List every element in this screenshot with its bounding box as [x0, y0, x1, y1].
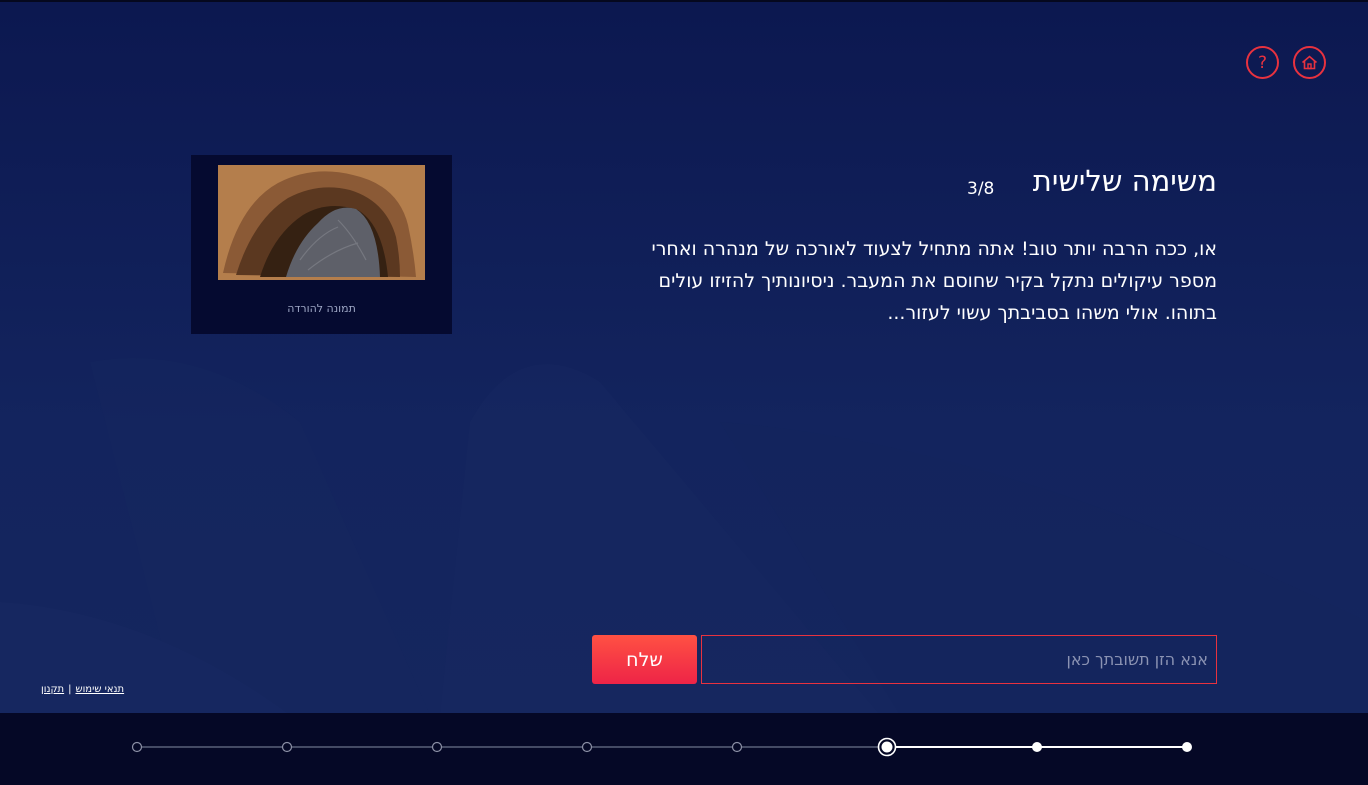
answer-input[interactable] [701, 635, 1217, 684]
progress-step-7 [281, 741, 293, 753]
submit-button[interactable]: שלח [592, 635, 697, 684]
help-icon: ? [1257, 52, 1268, 73]
terms-link[interactable]: תנאי שימוש [76, 684, 125, 695]
home-button[interactable] [1293, 46, 1326, 79]
cave-illustration [218, 165, 425, 280]
task-progress-counter: 3/8 [967, 179, 995, 199]
progress-step-1 [1182, 742, 1192, 752]
footer-separator: | [68, 684, 72, 695]
progress-bar [0, 713, 1368, 785]
task-description: או, ככה הרבה יותר טוב! אתה מתחיל לצעוד ל… [651, 238, 1217, 324]
progress-step-8 [131, 741, 143, 753]
progress-track [131, 737, 1192, 757]
progress-step-4 [731, 741, 743, 753]
task-title: משימה שלישית [1032, 164, 1217, 198]
progress-step-6 [431, 741, 443, 753]
main-stage: ? משימה שלישית 3/8 או, ככה הרבה יותר טוב… [0, 0, 1368, 713]
progress-step-5 [581, 741, 593, 753]
help-button[interactable]: ? [1246, 46, 1279, 79]
progress-step-2 [1032, 742, 1042, 752]
home-icon [1301, 55, 1318, 70]
rules-link[interactable]: תקנון [41, 684, 64, 695]
background-decoration [0, 358, 1368, 713]
top-actions: ? [1246, 46, 1326, 79]
footer-links: תנאי שימוש | תקנון [41, 684, 124, 695]
image-card: תמונה להורדה [191, 155, 452, 334]
download-image-link[interactable]: תמונה להורדה [191, 302, 452, 315]
progress-step-3 [877, 737, 897, 757]
cave-image[interactable] [218, 165, 425, 280]
